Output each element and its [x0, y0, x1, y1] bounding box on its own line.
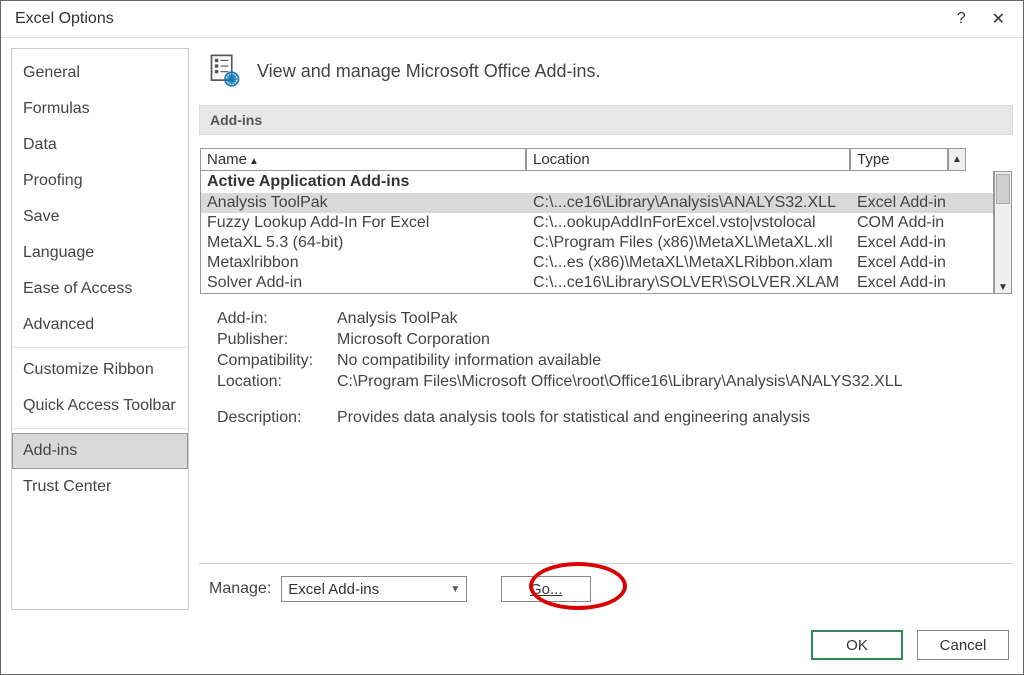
- titlebar-controls: ? ✕: [957, 9, 1005, 29]
- table-row[interactable]: MetaXL 5.3 (64-bit) C:\Program Files (x8…: [201, 233, 993, 253]
- table-row[interactable]: Solver Add-in C:\...ce16\Library\SOLVER\…: [201, 273, 993, 293]
- sidebar-item-language[interactable]: Language: [12, 235, 188, 271]
- value-addin: Analysis ToolPak: [337, 310, 995, 328]
- sidebar-item-proofing[interactable]: Proofing: [12, 163, 188, 199]
- manage-select-value: Excel Add-ins: [288, 581, 379, 598]
- cell-type: Excel Add-in: [851, 193, 949, 213]
- label-publisher: Publisher:: [217, 331, 337, 349]
- value-location: C:\Program Files\Microsoft Office\root\O…: [337, 373, 995, 391]
- ok-button[interactable]: OK: [811, 630, 903, 660]
- cell-location: C:\...ce16\Library\Analysis\ANALYS32.XLL: [527, 193, 851, 213]
- cell-type: COM Add-in: [851, 213, 949, 233]
- table-body: Active Application Add-ins Analysis Tool…: [200, 171, 994, 294]
- sidebar-item-data[interactable]: Data: [12, 127, 188, 163]
- chevron-down-icon: ▼: [450, 584, 460, 595]
- titlebar: Excel Options ? ✕: [1, 1, 1023, 37]
- sidebar-item-ease-of-access[interactable]: Ease of Access: [12, 271, 188, 307]
- cell-name: Metaxlribbon: [201, 253, 527, 273]
- sidebar-item-add-ins[interactable]: Add-ins: [12, 433, 188, 469]
- content-header-text: View and manage Microsoft Office Add-ins…: [257, 61, 601, 82]
- help-icon[interactable]: ?: [957, 10, 966, 28]
- content-pane: View and manage Microsoft Office Add-ins…: [199, 48, 1013, 610]
- col-header-type[interactable]: Type: [850, 148, 948, 171]
- manage-select[interactable]: Excel Add-ins ▼: [281, 576, 467, 602]
- dialog-footer: OK Cancel: [1, 620, 1023, 674]
- label-addin: Add-in:: [217, 310, 337, 328]
- cell-location: C:\...ce16\Library\SOLVER\SOLVER.XLAM: [527, 273, 851, 293]
- table-header-row: Name▲ Location Type ▲: [200, 148, 1012, 171]
- content-header: View and manage Microsoft Office Add-ins…: [199, 48, 1013, 105]
- cell-type: Excel Add-in: [851, 233, 949, 253]
- scrollbar-thumb[interactable]: [996, 174, 1010, 204]
- sidebar-item-advanced[interactable]: Advanced: [12, 307, 188, 343]
- manage-label: Manage:: [209, 580, 271, 598]
- cell-location: C:\...ookupAddInForExcel.vsto|vstolocal: [527, 213, 851, 233]
- cell-name: Fuzzy Lookup Add-In For Excel: [201, 213, 527, 233]
- close-icon[interactable]: ✕: [992, 9, 1005, 29]
- scroll-down-icon[interactable]: ▼: [998, 282, 1008, 293]
- cell-type: Excel Add-in: [851, 273, 949, 293]
- table-row[interactable]: Fuzzy Lookup Add-In For Excel C:\...ooku…: [201, 213, 993, 233]
- excel-options-dialog: Excel Options ? ✕ General Formulas Data …: [0, 0, 1024, 675]
- dialog-body: General Formulas Data Proofing Save Lang…: [1, 37, 1023, 620]
- go-button[interactable]: Go...: [501, 576, 591, 602]
- sidebar-separator: [12, 428, 188, 429]
- vertical-scrollbar[interactable]: ▼: [994, 171, 1012, 294]
- cell-location: C:\...es (x86)\MetaXL\MetaXLRibbon.xlam: [527, 253, 851, 273]
- sidebar-item-customize-ribbon[interactable]: Customize Ribbon: [12, 352, 188, 388]
- sidebar-item-quick-access-toolbar[interactable]: Quick Access Toolbar: [12, 388, 188, 424]
- value-compatibility: No compatibility information available: [337, 352, 995, 370]
- cell-name: MetaXL 5.3 (64-bit): [201, 233, 527, 253]
- sidebar-item-save[interactable]: Save: [12, 199, 188, 235]
- cancel-button[interactable]: Cancel: [917, 630, 1009, 660]
- addin-details: Add-in:Analysis ToolPak Publisher:Micros…: [199, 301, 1013, 564]
- table-group-header: Active Application Add-ins: [201, 171, 993, 193]
- cell-name: Analysis ToolPak: [201, 193, 527, 213]
- table-row[interactable]: Metaxlribbon C:\...es (x86)\MetaXL\MetaX…: [201, 253, 993, 273]
- col-header-name[interactable]: Name▲: [200, 148, 526, 171]
- manage-row: Manage: Excel Add-ins ▼ Go...: [199, 564, 1013, 610]
- value-publisher: Microsoft Corporation: [337, 331, 995, 349]
- sidebar-item-general[interactable]: General: [12, 55, 188, 91]
- scroll-up-icon[interactable]: ▲: [948, 148, 966, 171]
- sidebar-separator: [12, 347, 188, 348]
- cell-type: Excel Add-in: [851, 253, 949, 273]
- section-title: Add-ins: [199, 105, 1013, 135]
- value-description: Provides data analysis tools for statist…: [337, 409, 995, 427]
- label-description: Description:: [217, 409, 337, 427]
- cell-name: Solver Add-in: [201, 273, 527, 293]
- window-title: Excel Options: [15, 10, 114, 28]
- label-location: Location:: [217, 373, 337, 391]
- addins-table: Name▲ Location Type ▲ Active Application…: [199, 147, 1013, 295]
- col-header-location[interactable]: Location: [526, 148, 850, 171]
- addins-icon: [207, 52, 243, 91]
- sidebar-item-trust-center[interactable]: Trust Center: [12, 469, 188, 505]
- cell-location: C:\Program Files (x86)\MetaXL\MetaXL.xll: [527, 233, 851, 253]
- label-compatibility: Compatibility:: [217, 352, 337, 370]
- sidebar: General Formulas Data Proofing Save Lang…: [11, 48, 189, 610]
- table-row[interactable]: Analysis ToolPak C:\...ce16\Library\Anal…: [201, 193, 993, 213]
- sidebar-item-formulas[interactable]: Formulas: [12, 91, 188, 127]
- sort-asc-icon: ▲: [249, 156, 259, 167]
